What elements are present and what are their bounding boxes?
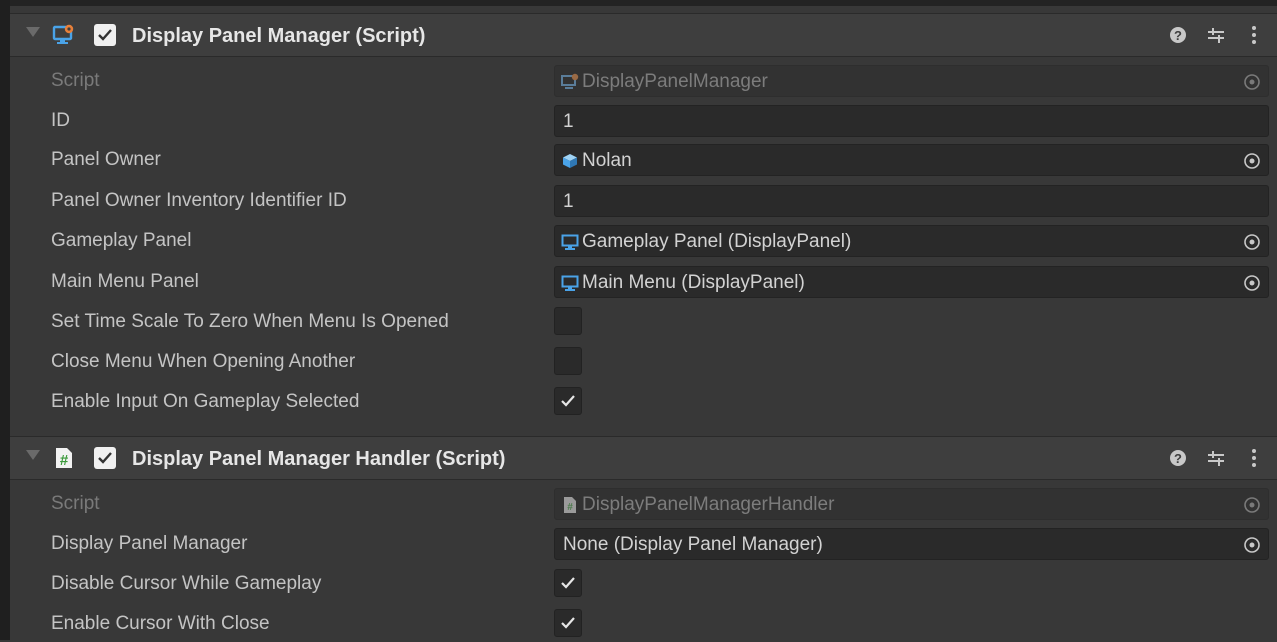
script-object-field: # DisplayPanelManagerHandler	[554, 488, 1269, 520]
svg-text:#: #	[60, 452, 69, 469]
checkmark-icon	[561, 617, 575, 629]
field-label: Set Time Scale To Zero When Menu Is Open…	[51, 311, 449, 332]
component-title: Display Panel Manager (Script)	[132, 25, 426, 47]
svg-text:#: #	[567, 502, 573, 513]
time-scale-checkbox[interactable]	[554, 307, 582, 335]
field-label: Script	[51, 493, 100, 514]
field-label: Disable Cursor While Gameplay	[51, 573, 322, 594]
field-value: None (Display Panel Manager)	[563, 534, 823, 555]
csharp-script-icon: #	[52, 446, 76, 470]
component-enabled-checkbox[interactable]	[94, 447, 116, 469]
display-panel-manager-script-icon	[52, 23, 76, 47]
enable-cursor-checkbox[interactable]	[554, 609, 582, 637]
object-picker-icon[interactable]	[1242, 151, 1262, 171]
object-picker-icon	[1242, 495, 1262, 515]
script-monitor-icon	[561, 73, 579, 91]
field-value: DisplayPanelManagerHandler	[582, 494, 835, 515]
object-picker-icon	[1242, 72, 1262, 92]
display-panel-manager-object-field[interactable]: None (Display Panel Manager)	[554, 528, 1269, 560]
enable-input-checkbox[interactable]	[554, 387, 582, 415]
field-label: ID	[51, 110, 70, 131]
field-value: Gameplay Panel (DisplayPanel)	[582, 231, 852, 252]
field-label: Gameplay Panel	[51, 230, 192, 251]
field-value: 1	[563, 191, 574, 212]
script-object-field: DisplayPanelManager	[554, 65, 1269, 97]
component-display-panel-manager: Display Panel Manager (Script) ?	[10, 13, 1277, 57]
field-row-id: ID 1	[10, 103, 1277, 139]
gameplay-panel-object-field[interactable]: Gameplay Panel (DisplayPanel)	[554, 225, 1269, 257]
component-title: Display Panel Manager Handler (Script)	[132, 448, 506, 470]
panel-owner-object-field[interactable]: Nolan	[554, 144, 1269, 176]
foldout-arrow-icon[interactable]	[26, 27, 40, 37]
field-label: Enable Cursor With Close	[51, 613, 270, 634]
presets-icon[interactable]	[1205, 24, 1227, 46]
component-header[interactable]: # Display Panel Manager Handler (Script)…	[10, 436, 1277, 480]
field-value: 1	[563, 111, 574, 132]
context-menu-icon[interactable]	[1243, 24, 1265, 46]
field-row-inventory-id: Panel Owner Inventory Identifier ID 1	[10, 183, 1277, 219]
display-panel-icon	[561, 233, 579, 251]
object-picker-icon[interactable]	[1242, 273, 1262, 293]
field-row-display-panel-manager: Display Panel Manager None (Display Pane…	[10, 526, 1277, 562]
component-display-panel-manager-handler: # Display Panel Manager Handler (Script)…	[10, 436, 1277, 480]
script-file-icon: #	[561, 496, 579, 514]
field-row-enable-input: Enable Input On Gameplay Selected	[10, 384, 1277, 420]
help-icon[interactable]: ?	[1167, 24, 1189, 46]
disable-cursor-checkbox[interactable]	[554, 569, 582, 597]
field-label: Script	[51, 70, 100, 91]
field-row-time-scale: Set Time Scale To Zero When Menu Is Open…	[10, 304, 1277, 340]
checkmark-icon	[561, 577, 575, 589]
field-row-script: Script # DisplayPanelManagerHandler	[10, 486, 1277, 522]
context-menu-icon[interactable]	[1243, 447, 1265, 469]
object-picker-icon[interactable]	[1242, 535, 1262, 555]
svg-text:?: ?	[1174, 451, 1182, 466]
window-edge	[0, 0, 10, 640]
field-label: Display Panel Manager	[51, 533, 248, 554]
field-label: Close Menu When Opening Another	[51, 351, 356, 372]
field-label: Main Menu Panel	[51, 271, 199, 292]
field-label: Panel Owner	[51, 149, 161, 170]
top-divider	[10, 0, 1277, 6]
inventory-id-input[interactable]: 1	[554, 185, 1269, 217]
field-row-panel-owner: Panel Owner Nolan	[10, 142, 1277, 178]
foldout-arrow-icon[interactable]	[26, 450, 40, 460]
help-icon[interactable]: ?	[1167, 447, 1189, 469]
field-value: DisplayPanelManager	[582, 71, 768, 92]
field-row-disable-cursor: Disable Cursor While Gameplay	[10, 566, 1277, 602]
checkmark-icon	[561, 395, 575, 407]
id-input[interactable]: 1	[554, 105, 1269, 137]
field-row-close-menu: Close Menu When Opening Another	[10, 344, 1277, 380]
presets-icon[interactable]	[1205, 447, 1227, 469]
object-picker-icon[interactable]	[1242, 232, 1262, 252]
prefab-cube-icon	[561, 152, 579, 170]
field-row-main-menu-panel: Main Menu Panel Main Menu (DisplayPanel)	[10, 264, 1277, 300]
main-menu-panel-object-field[interactable]: Main Menu (DisplayPanel)	[554, 266, 1269, 298]
component-enabled-checkbox[interactable]	[94, 24, 116, 46]
field-label: Panel Owner Inventory Identifier ID	[51, 190, 347, 211]
field-row-gameplay-panel: Gameplay Panel Gameplay Panel (DisplayPa…	[10, 223, 1277, 259]
field-row-script: Script DisplayPanelManager	[10, 63, 1277, 99]
field-value: Main Menu (DisplayPanel)	[582, 272, 805, 293]
field-label: Enable Input On Gameplay Selected	[51, 391, 360, 412]
component-header[interactable]: Display Panel Manager (Script) ?	[10, 13, 1277, 57]
field-row-enable-cursor: Enable Cursor With Close	[10, 606, 1277, 642]
display-panel-icon	[561, 274, 579, 292]
svg-text:?: ?	[1174, 28, 1182, 43]
field-value: Nolan	[582, 150, 632, 171]
close-menu-checkbox[interactable]	[554, 347, 582, 375]
